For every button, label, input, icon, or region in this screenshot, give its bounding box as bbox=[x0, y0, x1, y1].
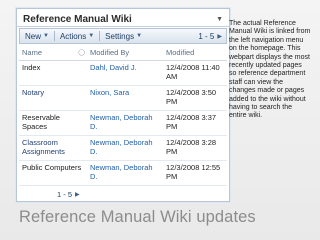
modified-by-cell[interactable]: Newman, Deborah D. bbox=[87, 110, 163, 136]
callout-text: The actual Reference Manual Wiki is link… bbox=[229, 20, 311, 120]
page-name-link[interactable]: Notary bbox=[22, 88, 44, 97]
page-name-cell[interactable]: Public Computers bbox=[19, 160, 87, 186]
modified-cell: 12/4/2008 11:40 AM bbox=[163, 60, 227, 86]
footer-paging: 1 - 5 ▶ bbox=[57, 190, 229, 199]
next-page-icon[interactable]: ▶ bbox=[75, 191, 80, 198]
paging-range: 1 - 5 bbox=[57, 190, 73, 199]
modified-cell: 12/4/2008 3:28 PM bbox=[163, 135, 227, 161]
table-row: Public Computers Newman, Deborah D. 12/3… bbox=[19, 160, 227, 186]
modified-by-link[interactable]: Dahl, David J. bbox=[90, 63, 137, 72]
table-row: Index Dahl, David J. 12/4/2008 11:40 AM bbox=[19, 60, 227, 86]
new-button-label: New bbox=[25, 31, 42, 41]
table-header-row: Name ◯ Modified By Modified bbox=[19, 46, 227, 61]
page-name-link[interactable]: Reservable Spaces bbox=[22, 113, 60, 131]
page-name-cell[interactable]: Classroom Assignments bbox=[19, 135, 87, 161]
modified-by-link[interactable]: Newman, Deborah D. bbox=[90, 138, 153, 156]
settings-button[interactable]: Settings ▼ bbox=[100, 32, 147, 41]
modified-date: 12/3/2008 12:55 PM bbox=[166, 163, 221, 181]
toolbar-paging: 1 - 5 ▶ bbox=[198, 32, 226, 41]
list-toolbar: New ▼ Actions ▼ Settings ▼ 1 - 5 ▶ bbox=[19, 28, 227, 44]
actions-button[interactable]: Actions ▼ bbox=[55, 32, 99, 41]
page-name-link[interactable]: Public Computers bbox=[22, 163, 81, 172]
new-button[interactable]: New ▼ bbox=[20, 32, 54, 41]
column-header-label: Modified By bbox=[90, 48, 130, 57]
settings-button-label: Settings bbox=[105, 31, 135, 41]
modified-date: 12/4/2008 11:40 AM bbox=[166, 63, 220, 81]
column-header-label: Modified bbox=[166, 48, 195, 57]
modified-by-cell[interactable]: Dahl, David J. bbox=[87, 60, 163, 86]
webpart-title[interactable]: Reference Manual Wiki bbox=[23, 14, 132, 25]
modified-by-link[interactable]: Newman, Deborah D. bbox=[90, 113, 153, 131]
chevron-down-icon: ▼ bbox=[43, 33, 49, 39]
column-header-name[interactable]: Name ◯ bbox=[19, 46, 87, 61]
column-header-modified[interactable]: Modified bbox=[163, 46, 227, 61]
column-header-modified-by[interactable]: Modified By bbox=[87, 46, 163, 61]
modified-cell: 12/3/2008 12:55 PM bbox=[163, 160, 227, 186]
table-row: Notary Nixon, Sara 12/4/2008 3:50 PM bbox=[19, 85, 227, 111]
modified-by-link[interactable]: Nixon, Sara bbox=[90, 88, 129, 97]
wiki-pages-table: Name ◯ Modified By Modified Index Dahl, … bbox=[19, 46, 227, 186]
modified-date: 12/4/2008 3:50 PM bbox=[166, 88, 217, 106]
webpart-title-bar: Reference Manual Wiki ▼ bbox=[17, 9, 229, 27]
actions-button-label: Actions bbox=[59, 31, 87, 41]
modified-by-cell[interactable]: Newman, Deborah D. bbox=[87, 135, 163, 161]
modified-date: 12/4/2008 3:37 PM bbox=[166, 113, 217, 131]
modified-by-cell[interactable]: Newman, Deborah D. bbox=[87, 160, 163, 186]
column-header-label: Name bbox=[22, 48, 43, 57]
modified-date: 12/4/2008 3:28 PM bbox=[166, 138, 217, 156]
page-name-link[interactable]: Index bbox=[22, 63, 40, 72]
table-row: Classroom Assignments Newman, Deborah D.… bbox=[19, 135, 227, 161]
page-name-cell[interactable]: Index bbox=[19, 60, 87, 86]
table-row: Reservable Spaces Newman, Deborah D. 12/… bbox=[19, 110, 227, 136]
page-name-cell[interactable]: Notary bbox=[19, 85, 87, 111]
column-options-icon[interactable]: ◯ bbox=[78, 49, 85, 56]
modified-by-link[interactable]: Newman, Deborah D. bbox=[90, 163, 153, 181]
wiki-webpart: Reference Manual Wiki ▼ New ▼ Actions ▼ … bbox=[16, 8, 230, 202]
paging-range: 1 - 5 bbox=[198, 31, 215, 41]
modified-by-cell[interactable]: Nixon, Sara bbox=[87, 85, 163, 111]
chevron-down-icon: ▼ bbox=[136, 33, 143, 39]
modified-cell: 12/4/2008 3:37 PM bbox=[163, 110, 227, 136]
webpart-menu-icon[interactable]: ▼ bbox=[216, 16, 223, 23]
slide-caption: Reference Manual Wiki updates bbox=[19, 208, 256, 226]
modified-cell: 12/4/2008 3:50 PM bbox=[163, 85, 227, 111]
chevron-down-icon: ▼ bbox=[88, 33, 95, 39]
page-name-cell[interactable]: Reservable Spaces bbox=[19, 110, 87, 136]
next-page-icon[interactable]: ▶ bbox=[217, 33, 222, 40]
page-name-link[interactable]: Classroom Assignments bbox=[22, 138, 65, 156]
